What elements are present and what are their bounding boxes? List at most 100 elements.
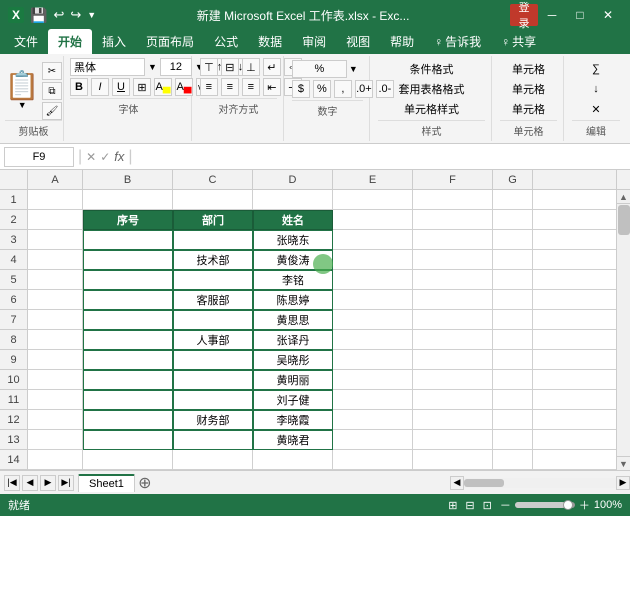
sheet-nav-last[interactable]: ▶| — [58, 475, 74, 491]
cell-e7[interactable] — [333, 310, 413, 330]
tab-help[interactable]: 帮助 — [380, 29, 424, 54]
copy-button[interactable]: ⧉ — [42, 82, 63, 100]
cell-e12[interactable] — [333, 410, 413, 430]
formula-cancel-icon[interactable]: ✕ — [86, 150, 96, 164]
row-header-14[interactable]: 14 — [0, 450, 28, 470]
cell-d14[interactable] — [253, 450, 333, 470]
row-header-10[interactable]: 10 — [0, 370, 28, 390]
cell-a4[interactable] — [28, 250, 83, 270]
row-header-8[interactable]: 8 — [0, 330, 28, 350]
sheet-nav-first[interactable]: |◀ — [4, 475, 20, 491]
zoom-out-icon[interactable]: － — [500, 497, 511, 513]
row-header-4[interactable]: 4 — [0, 250, 28, 270]
conditional-format-button[interactable]: 条件格式 — [378, 60, 485, 78]
cell-g8[interactable] — [493, 330, 533, 350]
col-header-b[interactable]: B — [83, 170, 173, 190]
sum-button[interactable]: ∑ — [572, 60, 620, 78]
quick-access-dropdown[interactable]: ▼ — [87, 10, 96, 20]
cell-b1[interactable] — [83, 190, 173, 210]
scrollbar-track[interactable] — [617, 204, 630, 456]
align-right-button[interactable]: ≡ — [242, 78, 260, 96]
cell-b10[interactable] — [83, 370, 173, 390]
cell-a6[interactable] — [28, 290, 83, 310]
col-header-d[interactable]: D — [253, 170, 333, 190]
cell-c6[interactable]: 客服部 — [173, 290, 253, 310]
zoom-in-icon[interactable]: ＋ — [579, 497, 590, 513]
cell-a11[interactable] — [28, 390, 83, 410]
cell-a5[interactable] — [28, 270, 83, 290]
cell-a7[interactable] — [28, 310, 83, 330]
number-format-btn[interactable]: % — [292, 60, 347, 78]
row-header-13[interactable]: 13 — [0, 430, 28, 450]
cell-g2[interactable] — [493, 210, 533, 230]
cell-f2[interactable] — [413, 210, 493, 230]
hscrollbar-left-arrow[interactable]: ◀ — [450, 476, 464, 490]
login-button[interactable]: 登录 — [510, 4, 538, 26]
quick-access-redo[interactable]: ↪ — [70, 7, 81, 23]
quick-access-save[interactable]: 💾 — [30, 7, 47, 24]
sheet-nav-prev[interactable]: ◀ — [22, 475, 38, 491]
cell-d2-header[interactable]: 姓名 — [253, 210, 333, 230]
cell-c4[interactable]: 技术部 — [173, 250, 253, 270]
delete-cells-button[interactable]: 单元格 — [500, 80, 557, 98]
align-center-button[interactable]: ≡ — [221, 78, 239, 96]
tab-insert[interactable]: 插入 — [92, 29, 136, 54]
cell-f10[interactable] — [413, 370, 493, 390]
cell-d11[interactable]: 刘子健 — [253, 390, 333, 410]
col-header-g[interactable]: G — [493, 170, 533, 190]
cell-g5[interactable] — [493, 270, 533, 290]
cell-g10[interactable] — [493, 370, 533, 390]
sheet-tab-sheet1[interactable]: Sheet1 — [78, 474, 135, 492]
cell-b6[interactable] — [83, 290, 173, 310]
quick-access-undo[interactable]: ↩ — [53, 7, 64, 23]
cell-c11[interactable] — [173, 390, 253, 410]
clear-button[interactable]: ✕ — [572, 100, 620, 118]
cell-a2[interactable] — [28, 210, 83, 230]
font-name-input[interactable] — [70, 58, 145, 76]
zoom-slider-thumb[interactable] — [563, 500, 573, 510]
cell-d5[interactable]: 李铭 — [253, 270, 333, 290]
col-header-a[interactable]: A — [28, 170, 83, 190]
border-button[interactable]: ⊞ — [133, 78, 151, 96]
cell-e6[interactable] — [333, 290, 413, 310]
align-top-button[interactable]: ⊤ — [200, 58, 218, 76]
cell-f9[interactable] — [413, 350, 493, 370]
number-dropdown-icon[interactable]: ▼ — [349, 64, 358, 74]
cell-f1[interactable] — [413, 190, 493, 210]
cell-f4[interactable] — [413, 250, 493, 270]
bold-button[interactable]: B — [70, 78, 88, 96]
font-name-dropdown-icon[interactable]: ▼ — [148, 62, 157, 72]
cell-a9[interactable] — [28, 350, 83, 370]
cell-a3[interactable] — [28, 230, 83, 250]
row-header-9[interactable]: 9 — [0, 350, 28, 370]
cell-d9[interactable]: 吴晓彤 — [253, 350, 333, 370]
row-header-2[interactable]: 2 — [0, 210, 28, 230]
cell-b2-header[interactable]: 序号 — [83, 210, 173, 230]
row-header-1[interactable]: 1 — [0, 190, 28, 210]
cell-b5[interactable] — [83, 270, 173, 290]
row-header-12[interactable]: 12 — [0, 410, 28, 430]
cell-g14[interactable] — [493, 450, 533, 470]
cell-c2-header[interactable]: 部门 — [173, 210, 253, 230]
preview-view-icon[interactable]: ⊡ — [483, 499, 492, 512]
cell-f6[interactable] — [413, 290, 493, 310]
sheet-nav-next[interactable]: ▶ — [40, 475, 56, 491]
cell-b11[interactable] — [83, 390, 173, 410]
row-header-5[interactable]: 5 — [0, 270, 28, 290]
cell-e14[interactable] — [333, 450, 413, 470]
cell-e11[interactable] — [333, 390, 413, 410]
cell-e9[interactable] — [333, 350, 413, 370]
cell-b13[interactable] — [83, 430, 173, 450]
font-color-button[interactable]: A▄ — [175, 78, 193, 96]
row-header-11[interactable]: 11 — [0, 390, 28, 410]
percent-btn[interactable]: % — [313, 80, 331, 98]
italic-button[interactable]: I — [91, 78, 109, 96]
cell-d1[interactable] — [253, 190, 333, 210]
vertical-scrollbar[interactable]: ▲ ▼ — [616, 190, 630, 470]
scrollbar-down-arrow[interactable]: ▼ — [617, 456, 630, 470]
cell-g9[interactable] — [493, 350, 533, 370]
cell-d10[interactable]: 黄明丽 — [253, 370, 333, 390]
tab-file[interactable]: 文件 — [4, 29, 48, 54]
maximize-button[interactable]: □ — [566, 4, 594, 26]
tab-home[interactable]: 开始 — [48, 29, 92, 54]
